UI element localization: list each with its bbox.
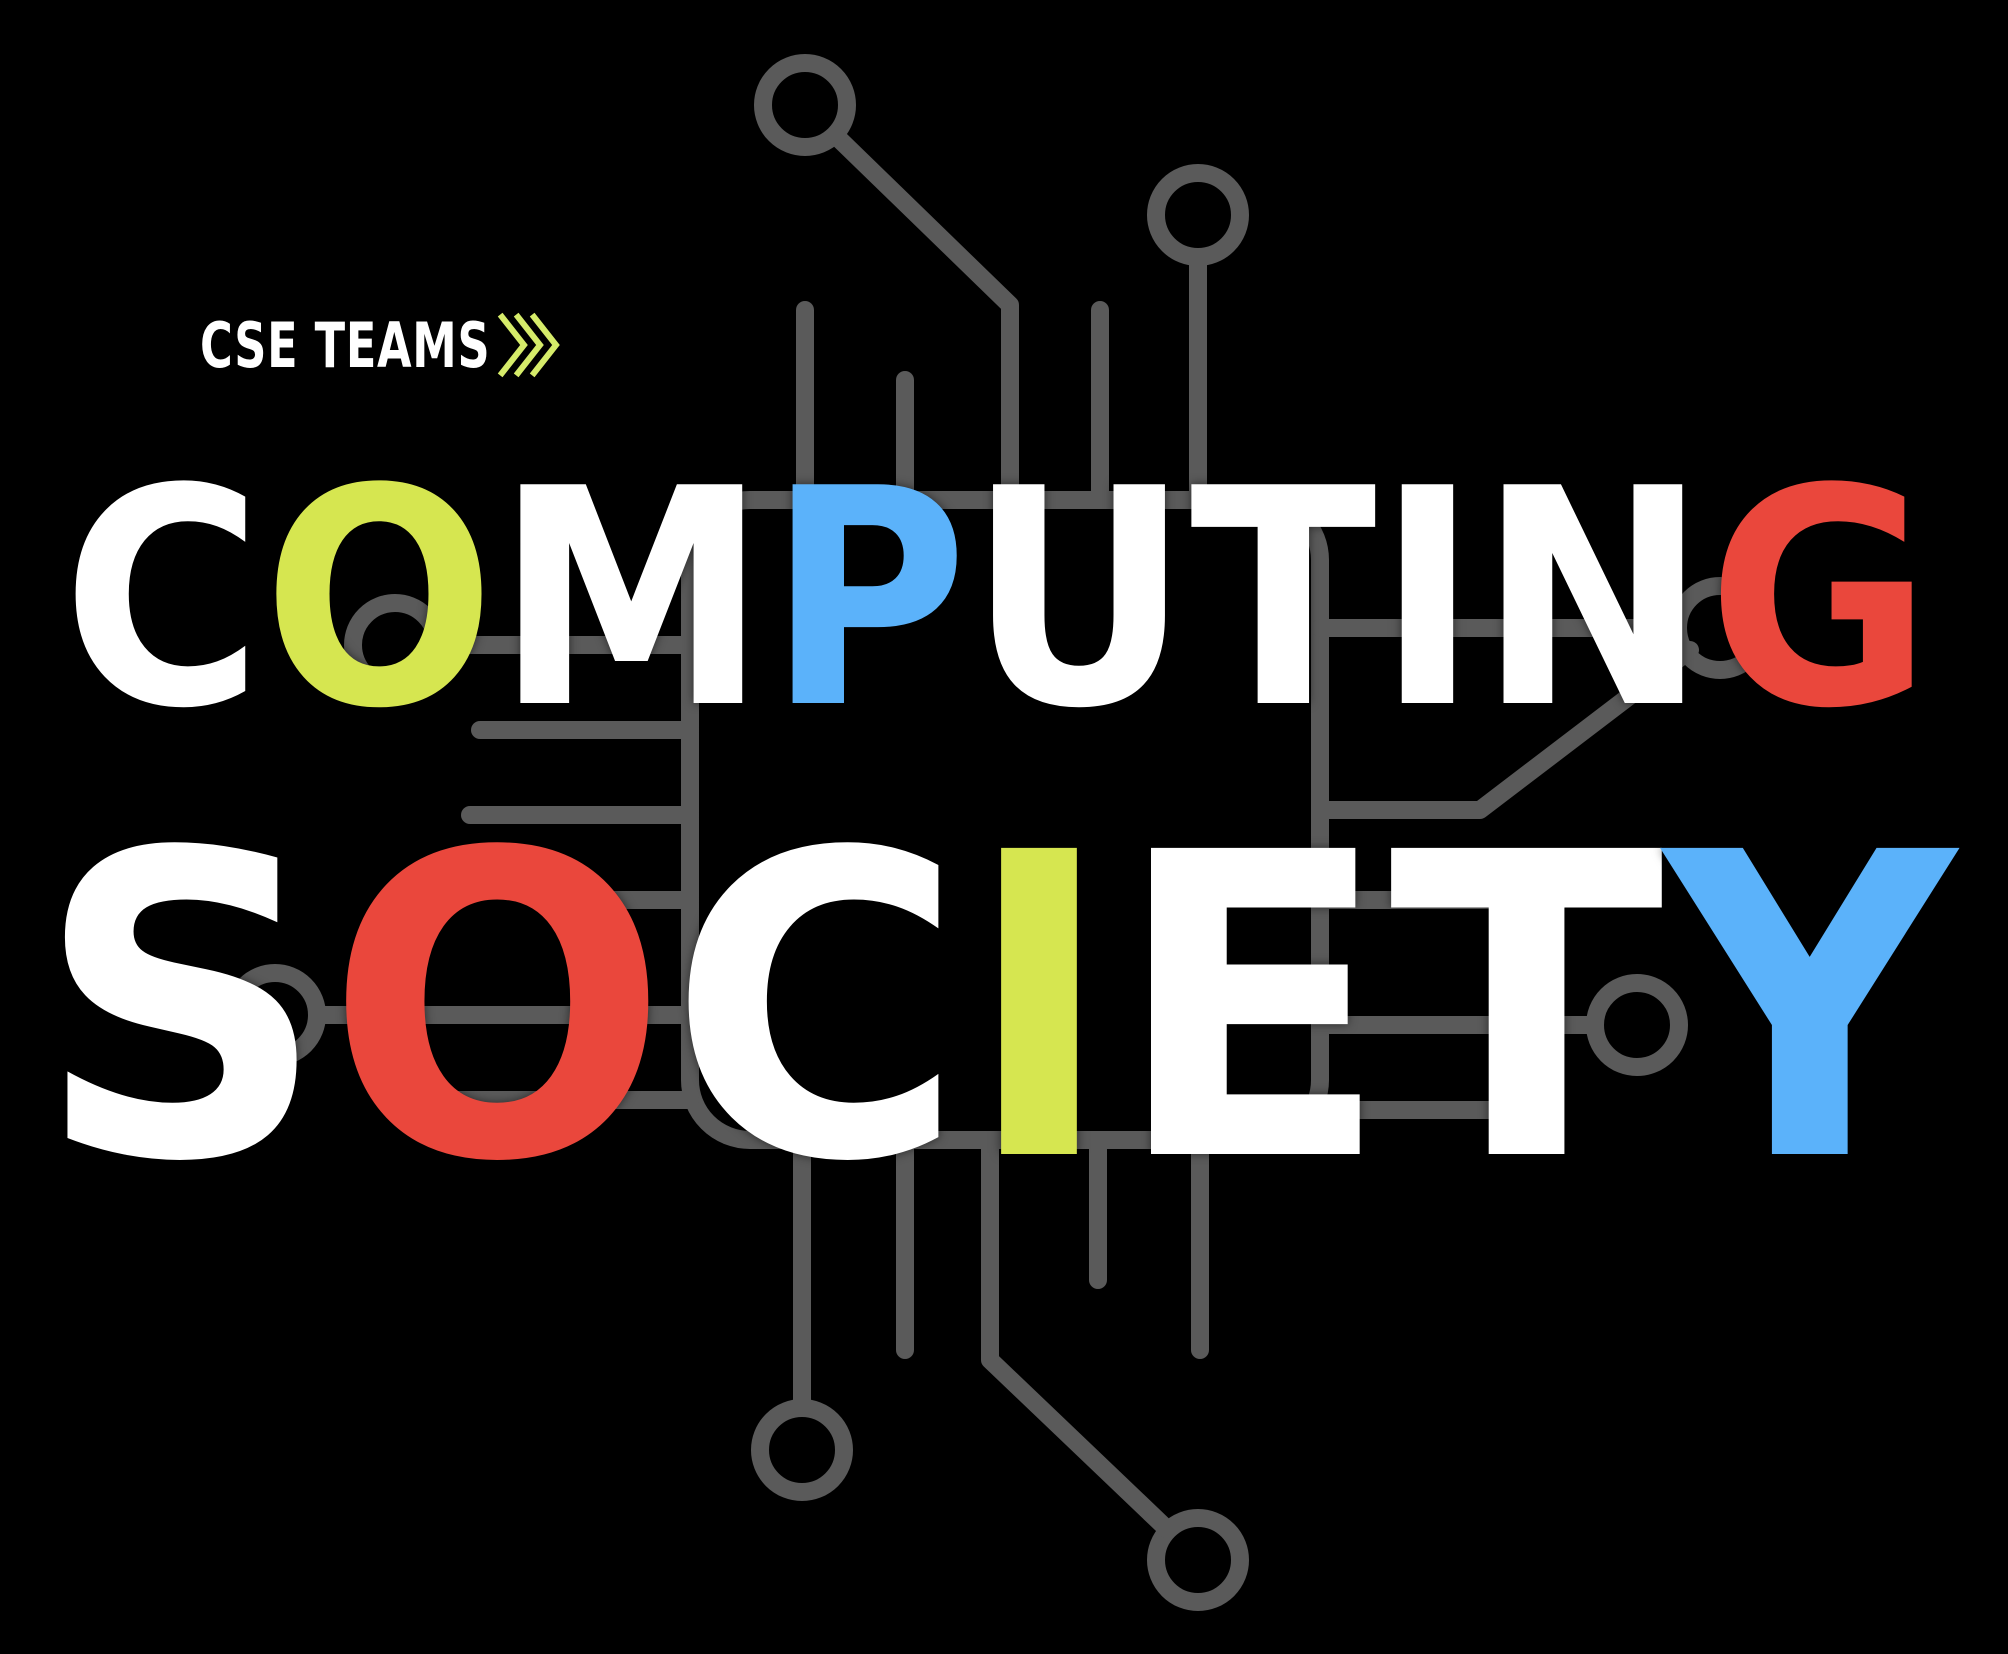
title-letter-y: Y (1663, 765, 1956, 1254)
title-letter-o: O (326, 765, 669, 1254)
title-letter-t: T (1389, 765, 1664, 1254)
cse-teams-label: CSE TEAMS (200, 308, 491, 382)
title-letter-u: U (967, 425, 1191, 774)
title-letter-p: P (767, 425, 968, 774)
title-line-computing: COMPUTING (62, 450, 1932, 750)
double-chevron-right-icon (497, 312, 560, 378)
title-letter-i: I (964, 765, 1115, 1254)
title-letter-s: S (36, 765, 327, 1254)
title-letter-i: I (1376, 425, 1479, 774)
title-letter-c: C (668, 765, 965, 1254)
title-letter-o: O (262, 425, 496, 774)
cse-teams-link[interactable]: CSE TEAMS (200, 300, 568, 390)
title-letter-g: G (1707, 425, 1932, 774)
logo-canvas: CSE TEAMS COMPUTING SOCIETY (0, 0, 2008, 1654)
title-letter-e: E (1114, 765, 1390, 1254)
title-letter-m: M (495, 425, 768, 774)
title-letter-n: N (1478, 425, 1708, 774)
title-letter-c: C (62, 425, 263, 774)
title-letter-t: T (1190, 425, 1377, 774)
title-line-society: SOCIETY (36, 800, 1956, 1220)
